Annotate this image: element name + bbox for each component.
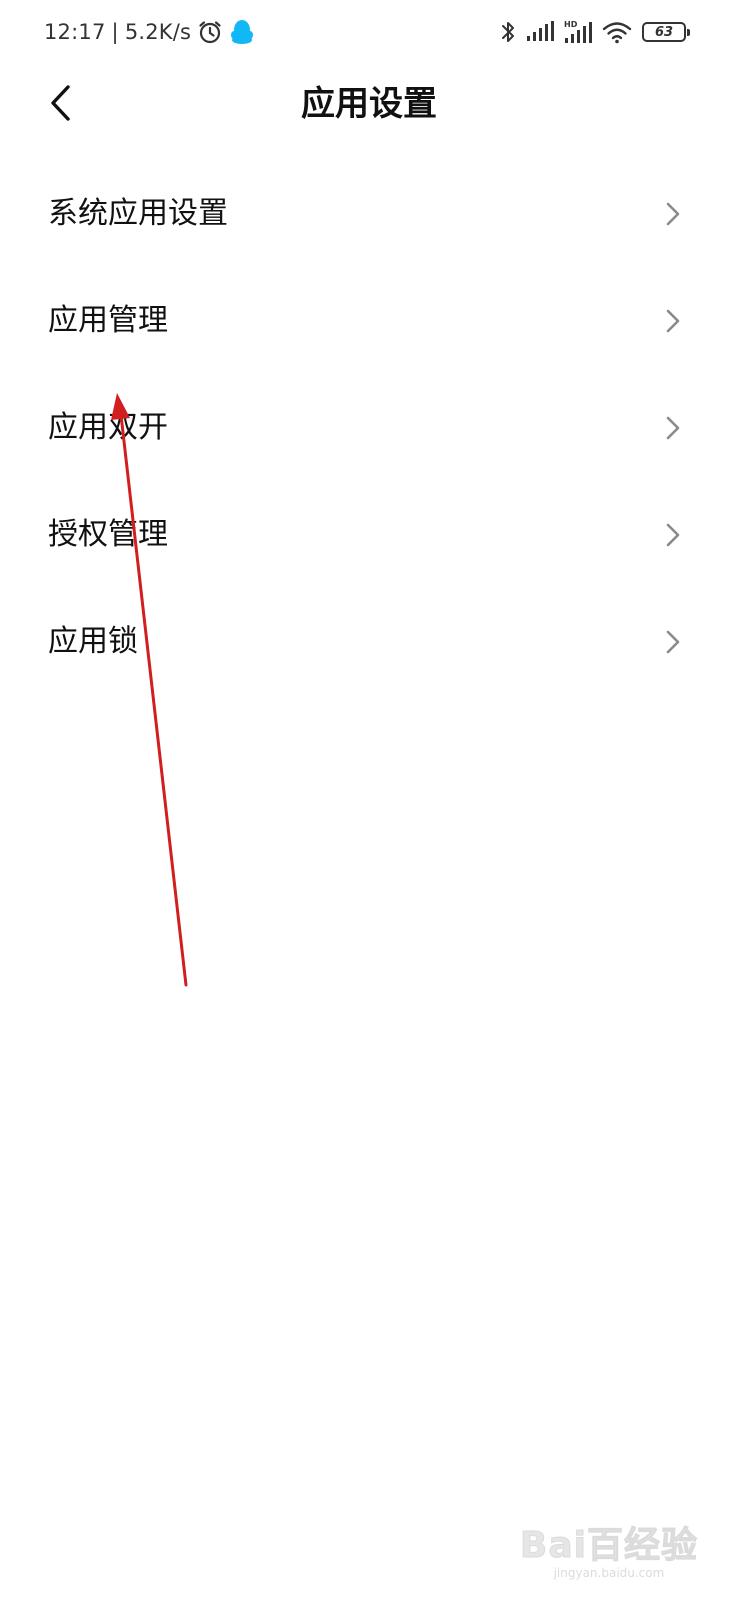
alarm-icon (197, 19, 223, 45)
list-item-label: 授权管理 (48, 517, 168, 552)
bluetooth-icon (500, 19, 516, 45)
list-item-permission-management[interactable]: 授权管理 (0, 481, 738, 588)
list-item-label: 应用管理 (48, 303, 168, 338)
chevron-right-icon (666, 202, 680, 226)
qq-icon (229, 18, 255, 46)
status-separator: | (111, 20, 119, 44)
list-item-label: 应用双开 (48, 410, 168, 445)
status-bar: 12:17 | 5.2K/s HD 63 (0, 0, 738, 66)
settings-list: 系统应用设置 应用管理 应用双开 授权管理 应用锁 (0, 160, 738, 695)
svg-text:HD: HD (564, 20, 578, 29)
battery-icon: 63 (642, 22, 690, 42)
status-network-speed: 5.2K/s (124, 20, 192, 44)
list-item-app-management[interactable]: 应用管理 (0, 267, 738, 374)
watermark-logo: Bai百经验 jingyan.baidu.com (519, 1525, 698, 1580)
list-item-label: 系统应用设置 (48, 196, 228, 231)
status-time: 12:17 (44, 20, 106, 44)
list-item-dual-apps[interactable]: 应用双开 (0, 374, 738, 481)
chevron-right-icon (666, 630, 680, 654)
watermark-logo-text: Bai百经验 (519, 1525, 698, 1566)
battery-level: 63 (654, 24, 674, 40)
list-item-label: 应用锁 (48, 624, 138, 659)
list-item-system-app-settings[interactable]: 系统应用设置 (0, 160, 738, 267)
chevron-right-icon (666, 523, 680, 547)
list-item-app-lock[interactable]: 应用锁 (0, 588, 738, 695)
status-left: 12:17 | 5.2K/s (44, 14, 255, 50)
header: 应用设置 (0, 66, 738, 144)
hd-signal-icon: HD (564, 19, 592, 45)
status-right: HD 63 (500, 14, 690, 50)
signal-icon (526, 21, 554, 43)
watermark-url: jingyan.baidu.com (553, 1566, 665, 1580)
chevron-right-icon (666, 309, 680, 333)
wifi-icon (602, 20, 632, 44)
chevron-right-icon (666, 416, 680, 440)
page-title: 应用设置 (301, 84, 437, 124)
